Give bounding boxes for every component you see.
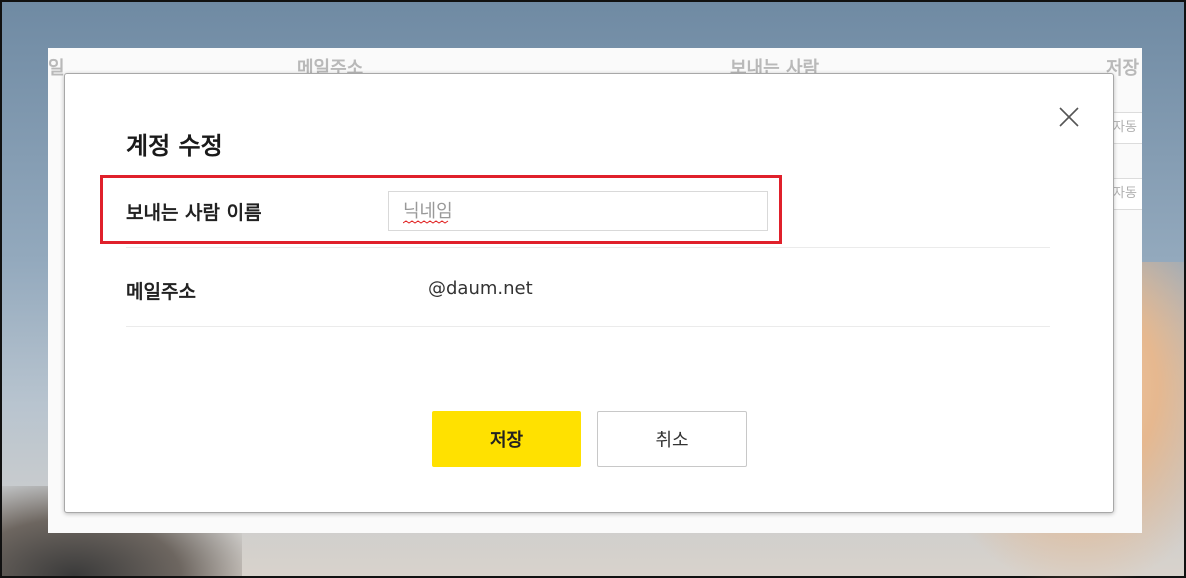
bg-col-name: 일 <box>48 58 65 79</box>
close-icon[interactable] <box>1058 106 1080 128</box>
background-table-header: 일 메일주소 보내는 사람 저장 <box>2 54 1184 79</box>
email-label: 메일주소 <box>126 281 196 303</box>
sender-name-label: 보내는 사람 이름 <box>126 202 262 224</box>
sender-name-row: 보내는 사람 이름 <box>126 170 1050 248</box>
edit-account-dialog: 계정 수정 보내는 사람 이름 메일주소 @daum.net 저장 취소 <box>64 73 1114 513</box>
save-button[interactable]: 저장 <box>432 411 581 467</box>
email-value: @daum.net <box>428 278 533 299</box>
email-row: 메일주소 @daum.net <box>126 249 1050 327</box>
cancel-button[interactable]: 취소 <box>597 411 747 467</box>
sender-name-input[interactable] <box>388 191 768 231</box>
dialog-title: 계정 수정 <box>126 132 223 160</box>
